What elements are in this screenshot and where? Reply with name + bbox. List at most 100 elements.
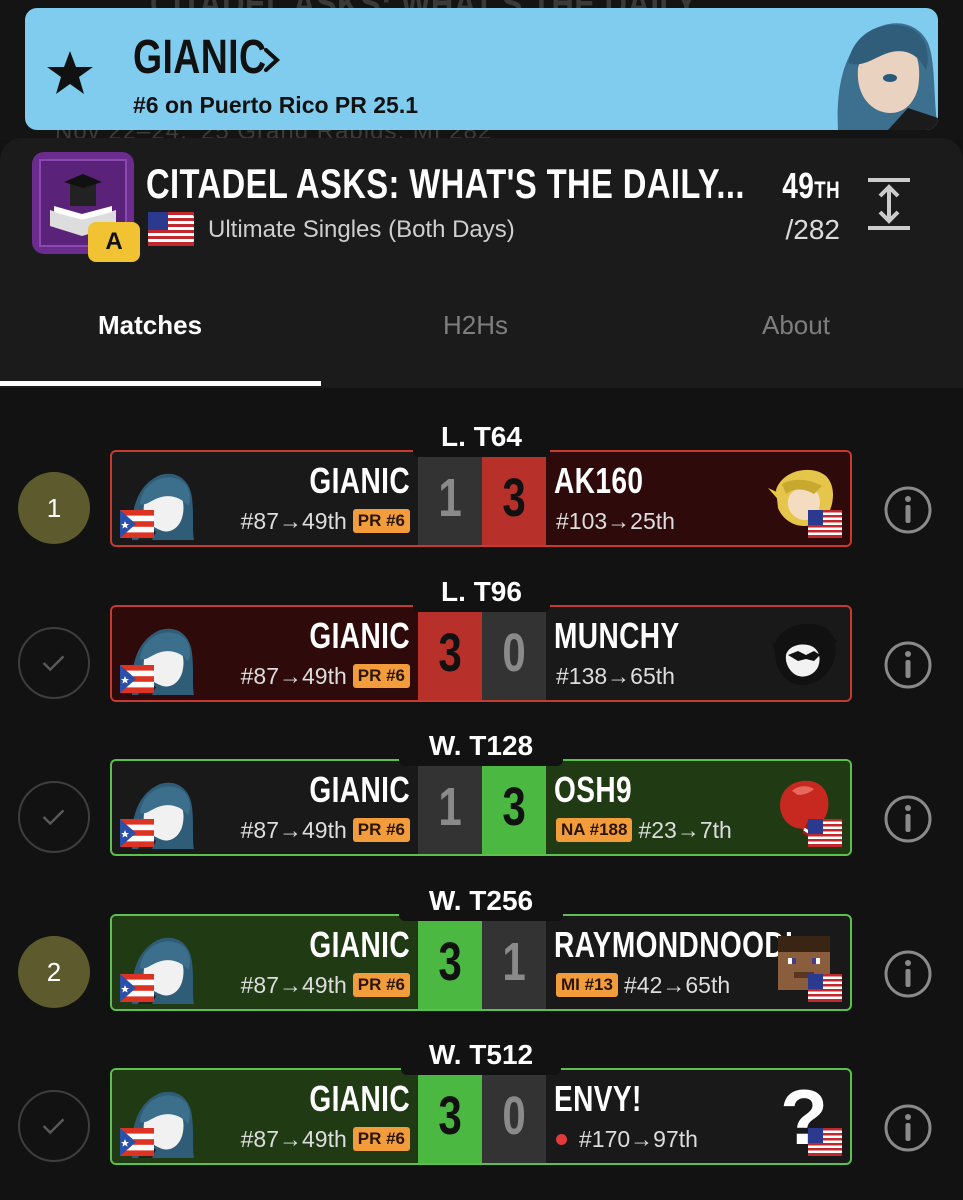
pr-flag-icon — [120, 819, 154, 847]
match-card[interactable]: GIANIC #87→49th PR #6 3 0 MUNCHY #138→65th — [110, 605, 852, 702]
joker-icon — [772, 623, 838, 685]
left-score: 3 — [418, 1070, 482, 1163]
seed-placement: #87→49th PR #6 — [241, 817, 410, 844]
seed-placement: #170→97th — [556, 1126, 698, 1153]
seed-placement: #87→49th PR #6 — [241, 1126, 410, 1153]
star-icon — [47, 51, 93, 94]
us-flag-icon — [808, 819, 842, 847]
match-card[interactable]: GIANIC #87→49th PR #6 1 3 OSH9 NA #188 #23→7th — [110, 759, 852, 856]
opponent-name[interactable]: AK160 — [554, 460, 643, 502]
player-right: ENVY! #170→97th? — [546, 1070, 850, 1163]
seed-placement: MI #13 #42→65th — [556, 972, 730, 999]
info-icon[interactable] — [883, 794, 933, 844]
active-tab-indicator — [0, 381, 321, 386]
round-label: L. T96 — [413, 568, 550, 612]
player-left: GIANIC #87→49th PR #6 — [112, 1070, 418, 1163]
player-left: GIANIC #87→49th PR #6 — [112, 452, 418, 545]
tier-badge: A — [88, 222, 140, 262]
round-label: W. T512 — [401, 1031, 561, 1075]
round-number-badge: 1 — [18, 472, 90, 544]
character-portrait — [764, 615, 844, 695]
left-score: 3 — [418, 916, 482, 1009]
player-name[interactable]: GIANIC — [309, 924, 410, 966]
event-name: Ultimate Singles (Both Days) — [208, 216, 515, 243]
region-rank-badge: PR #6 — [352, 973, 410, 997]
tournament-name[interactable]: CITADEL ASKS: WHAT'S THE DAILY... — [146, 160, 745, 208]
left-score: 1 — [418, 452, 482, 545]
region-rank-badge: PR #6 — [352, 664, 410, 688]
chevron-right-icon — [264, 48, 280, 72]
match-row[interactable]: GIANIC #87→49th PR #6 1 3 OSH9 NA #188 #23→7th W… — [0, 722, 963, 872]
match-card[interactable]: GIANIC #87→49th PR #6 1 3 AK160 #103→25th — [110, 450, 852, 547]
round-label: W. T128 — [399, 722, 563, 766]
round-label: W. T256 — [399, 877, 563, 921]
left-score: 3 — [418, 607, 482, 700]
seed-placement: #87→49th PR #6 — [241, 508, 410, 535]
player-left: GIANIC #87→49th PR #6 — [112, 607, 418, 700]
player-name[interactable]: GIANIC — [309, 1078, 410, 1120]
seed-placement: NA #188 #23→7th — [556, 817, 732, 844]
player-ranking: #6 on Puerto Rico PR 25.1 — [133, 92, 419, 118]
collapse-icon[interactable] — [866, 176, 912, 232]
tab-about[interactable]: About — [762, 310, 830, 341]
tab-h2hs[interactable]: H2Hs — [443, 310, 508, 341]
right-score: 0 — [482, 1070, 546, 1163]
region-rank-badge: NA #188 — [556, 818, 633, 842]
match-row[interactable]: 1 GIANIC #87→49th PR #6 1 3 AK160 #103→25th L. T… — [0, 413, 963, 563]
placement: 49TH — [782, 165, 840, 206]
seed-placement: #87→49th PR #6 — [241, 663, 410, 690]
player-name: GIANIC — [133, 31, 267, 84]
opponent-name[interactable]: OSH9 — [554, 769, 632, 811]
byleth-portrait-icon — [837, 23, 938, 130]
player-name[interactable]: GIANIC — [309, 460, 410, 502]
region-rank-badge: PR #6 — [352, 509, 410, 533]
pr-flag-icon — [120, 974, 154, 1002]
match-card[interactable]: GIANIC #87→49th PR #6 3 1 RAYMONDNOODL... MI #… — [110, 914, 852, 1011]
tab-bar: Matches H2Hs About — [0, 300, 963, 386]
left-score: 1 — [418, 761, 482, 854]
right-score: 1 — [482, 916, 546, 1009]
match-card[interactable]: GIANIC #87→49th PR #6 3 0 ENVY! #170→97th? — [110, 1068, 852, 1165]
right-score: 3 — [482, 452, 546, 545]
info-icon[interactable] — [883, 1103, 933, 1153]
player-left: GIANIC #87→49th PR #6 — [112, 916, 418, 1009]
seed-placement: #138→65th — [556, 663, 675, 689]
us-flag-icon — [808, 1128, 842, 1156]
info-icon[interactable] — [883, 949, 933, 999]
player-right: OSH9 NA #188 #23→7th — [546, 761, 850, 854]
player-name[interactable]: GIANIC — [309, 615, 410, 657]
player-left: GIANIC #87→49th PR #6 — [112, 761, 418, 854]
check-icon[interactable] — [18, 1090, 90, 1162]
player-right: RAYMONDNOODL... MI #13 #42→65th — [546, 916, 850, 1009]
entrant-count: /282 — [785, 214, 841, 245]
opponent-name[interactable]: ENVY! — [554, 1078, 642, 1120]
info-icon[interactable] — [883, 485, 933, 535]
player-right: AK160 #103→25th — [546, 452, 850, 545]
opponent-name[interactable]: MUNCHY — [554, 615, 680, 657]
right-score: 3 — [482, 761, 546, 854]
us-flag-icon — [148, 212, 194, 246]
check-icon[interactable] — [18, 781, 90, 853]
seed-placement: #103→25th — [556, 508, 675, 534]
match-row[interactable]: GIANIC #87→49th PR #6 3 0 ENVY! #170→97th? W. T… — [0, 1031, 963, 1181]
status-dot-icon — [556, 1134, 567, 1145]
right-score: 0 — [482, 607, 546, 700]
us-flag-icon — [808, 974, 842, 1002]
pr-flag-icon — [120, 510, 154, 538]
player-right: MUNCHY #138→65th — [546, 607, 850, 700]
check-icon[interactable] — [18, 627, 90, 699]
region-rank-badge: PR #6 — [352, 1127, 410, 1151]
match-row[interactable]: 2 GIANIC #87→49th PR #6 3 1 RAYMONDNOODL... MI … — [0, 877, 963, 1027]
tab-matches[interactable]: Matches — [98, 310, 202, 341]
round-number-badge: 2 — [18, 936, 90, 1008]
region-rank-badge: MI #13 — [556, 973, 618, 997]
player-name[interactable]: GIANIC — [309, 769, 410, 811]
region-rank-badge: PR #6 — [352, 818, 410, 842]
info-icon[interactable] — [883, 640, 933, 690]
seed-placement: #87→49th PR #6 — [241, 972, 410, 999]
us-flag-icon — [808, 510, 842, 538]
player-notification-card[interactable]: GIANIC #6 on Puerto Rico PR 25.1 — [25, 8, 938, 130]
round-label: L. T64 — [413, 413, 550, 457]
pr-flag-icon — [120, 665, 154, 693]
match-row[interactable]: GIANIC #87→49th PR #6 3 0 MUNCHY #138→65th L. T… — [0, 568, 963, 718]
